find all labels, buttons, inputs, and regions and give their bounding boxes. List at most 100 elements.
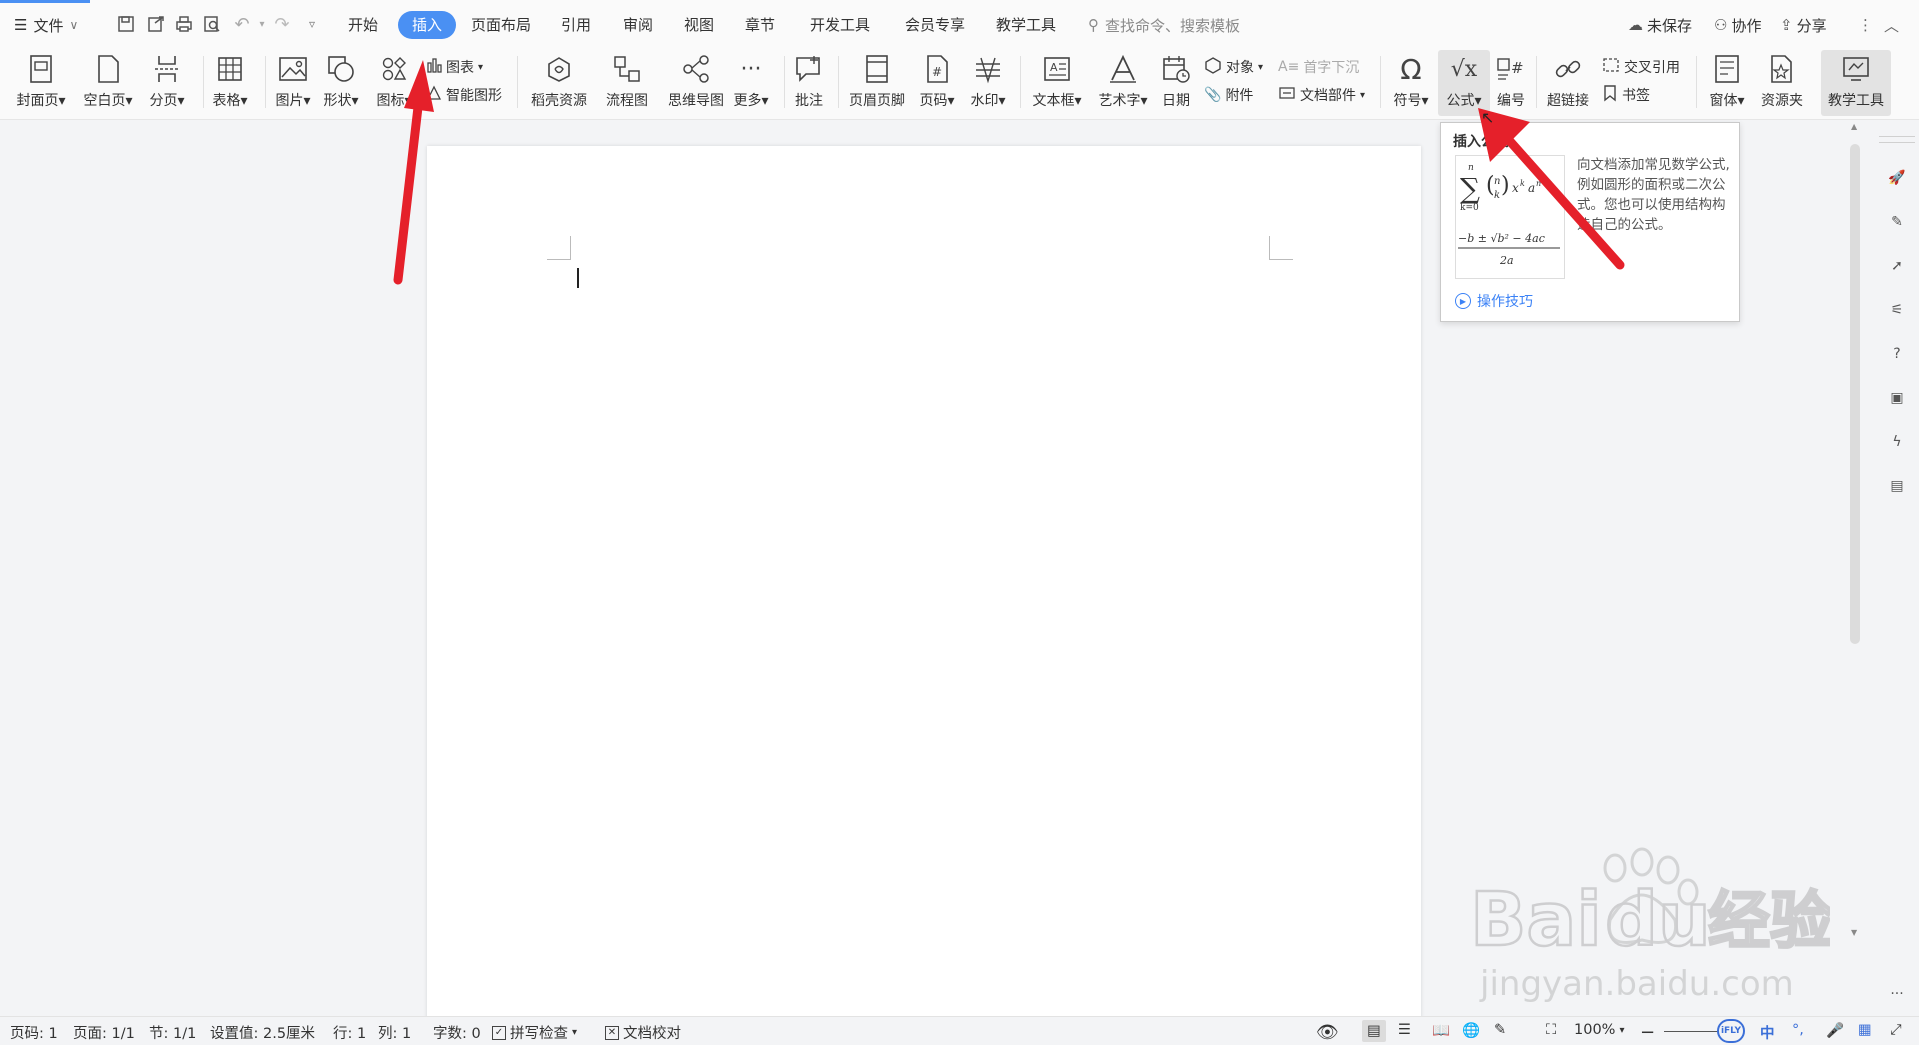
svg-text:a: a	[1528, 181, 1535, 195]
status-row[interactable]: 行: 1	[333, 1022, 366, 1043]
icon-button[interactable]: 图标▾	[363, 50, 425, 116]
formula-button[interactable]: √x 公式▾	[1438, 50, 1490, 116]
vertical-scrollbar[interactable]: ▲ ▼	[1848, 122, 1862, 942]
tab-home[interactable]: 开始	[340, 11, 386, 39]
bookmark-button[interactable]: 书签	[1602, 82, 1650, 108]
print-preview-icon[interactable]	[200, 12, 224, 36]
ime-punctuation-icon[interactable]: °,	[1792, 1022, 1804, 1038]
watermark-button[interactable]: 水印▾	[957, 50, 1019, 116]
more-options-icon[interactable]: ⋮	[1858, 12, 1873, 38]
sliders-icon[interactable]: ⚟	[1885, 298, 1909, 322]
formula-icon: √x	[1450, 56, 1478, 82]
status-column[interactable]: 列: 1	[378, 1022, 411, 1043]
status-setting[interactable]: 设置值: 2.5厘米	[210, 1022, 315, 1043]
microphone-icon[interactable]: 🎤	[1826, 1022, 1844, 1039]
teaching-tools-button[interactable]: 教学工具	[1821, 50, 1891, 116]
document-parts-button[interactable]: 文档部件 ▾	[1278, 82, 1365, 108]
rocket-icon[interactable]: 🚀	[1885, 166, 1909, 190]
eye-protection-icon[interactable]: 👁	[1316, 1022, 1339, 1043]
share-button[interactable]: ⇪ 分享	[1780, 12, 1827, 38]
ai-image-icon[interactable]: ▣	[1885, 386, 1909, 410]
tab-chapter[interactable]: 章节	[737, 11, 783, 39]
scroll-up-icon[interactable]: ▲	[1851, 122, 1857, 131]
object-button[interactable]: 对象 ▾	[1204, 54, 1263, 80]
file-menu-button[interactable]: ☰ 文件 ∨	[14, 12, 78, 38]
tab-teaching-tools[interactable]: 教学工具	[988, 11, 1064, 39]
book-search-icon[interactable]: ▤	[1885, 474, 1909, 498]
resource-folder-label: 资源夹	[1761, 93, 1803, 109]
tab-insert[interactable]: 插入	[398, 11, 457, 39]
cross-reference-button[interactable]: 交叉引用	[1602, 54, 1680, 80]
fullscreen-icon[interactable]: ⤢	[1890, 1022, 1902, 1038]
tab-member[interactable]: 会员专享	[897, 11, 973, 39]
spell-check-button[interactable]: ✓ 拼写检查 ▾	[492, 1022, 577, 1043]
svg-text:k: k	[1520, 179, 1525, 188]
docer-resources-button[interactable]: 稻壳资源	[525, 50, 593, 116]
tips-link-label: 操作技巧	[1477, 294, 1533, 310]
tips-link[interactable]: ▶ 操作技巧	[1455, 291, 1533, 311]
page-break-button[interactable]: 分页▾	[136, 50, 198, 116]
redo-icon[interactable]: ↷	[270, 12, 294, 36]
tab-developer[interactable]: 开发工具	[802, 11, 878, 39]
wordart-label: 艺术字	[1098, 93, 1141, 109]
more-sidebar-icon[interactable]: ···	[1885, 982, 1909, 1006]
cover-page-button[interactable]: 封面页▾	[10, 50, 72, 116]
attachment-button[interactable]: 📎 附件	[1204, 82, 1253, 108]
comment-button[interactable]: 批注	[778, 50, 840, 116]
tab-references[interactable]: 引用	[553, 11, 599, 39]
customize-quick-access-icon[interactable]: ▿	[300, 12, 324, 36]
more-insert-button[interactable]: ··· 更多▾	[720, 50, 782, 116]
smart-art-button[interactable]: 智能图形	[426, 82, 502, 108]
lightning-icon[interactable]: ϟ	[1885, 430, 1909, 454]
blank-page-button[interactable]: 空白页▾	[77, 50, 139, 116]
status-pages[interactable]: 页面: 1/1	[73, 1022, 135, 1043]
table-button[interactable]: 表格▾	[199, 50, 261, 116]
status-word-count[interactable]: 字数: 0	[433, 1022, 481, 1043]
date-button[interactable]: 日期	[1148, 50, 1204, 116]
status-section[interactable]: 节: 1/1	[149, 1022, 196, 1043]
textbox-button[interactable]: A 文本框▾	[1024, 50, 1090, 116]
zoom-out-icon[interactable]: −	[1640, 1022, 1655, 1043]
zoom-slider[interactable]	[1664, 1031, 1718, 1032]
document-page[interactable]	[427, 146, 1421, 1026]
print-icon[interactable]	[172, 12, 196, 36]
collaborate-label: 协作	[1731, 16, 1762, 35]
cursor-select-icon[interactable]: ➚	[1885, 254, 1909, 278]
ifly-ime-icon[interactable]: iFLY	[1717, 1019, 1745, 1043]
cross-reference-icon	[1602, 57, 1620, 77]
export-icon[interactable]	[144, 12, 168, 36]
reading-mode-icon[interactable]: 📖	[1432, 1022, 1450, 1039]
chart-button[interactable]: 图表 ▾	[426, 54, 483, 80]
collapse-ribbon-icon[interactable]: ︿	[1884, 12, 1899, 38]
flowchart-button[interactable]: 流程图	[596, 50, 658, 116]
zoom-level[interactable]: 100% ▾	[1574, 1022, 1625, 1038]
tab-view[interactable]: 视图	[676, 11, 722, 39]
ribbon-separator	[517, 56, 518, 108]
help-icon[interactable]: ?	[1885, 342, 1909, 366]
outline-view-icon[interactable]: ☰	[1398, 1022, 1411, 1038]
hyperlink-button[interactable]: 超链接	[1537, 50, 1599, 116]
web-layout-icon[interactable]: 🌐	[1462, 1022, 1480, 1039]
document-proof-button[interactable]: ✕ 文档校对	[605, 1022, 681, 1043]
collaborate-button[interactable]: ⚇ 协作	[1714, 12, 1761, 38]
header-footer-button[interactable]: 页眉页脚	[843, 50, 911, 116]
page-view-icon[interactable]: ▤	[1362, 1020, 1386, 1042]
tab-review[interactable]: 审阅	[615, 11, 661, 39]
pen-icon[interactable]: ✎	[1885, 210, 1909, 234]
drop-cap-button[interactable]: A≡ 首字下沉	[1278, 54, 1359, 80]
scroll-down-icon[interactable]: ▼	[1851, 928, 1857, 937]
numbering-button[interactable]: # 编号	[1488, 50, 1534, 116]
resource-folder-button[interactable]: 资源夹	[1749, 50, 1815, 116]
wordart-button[interactable]: 艺术字▾	[1092, 50, 1154, 116]
status-page-number[interactable]: 页码: 1	[10, 1022, 58, 1043]
fit-page-icon[interactable]: ⛶	[1546, 1022, 1556, 1038]
ime-chinese-mode[interactable]: 中	[1760, 1022, 1775, 1043]
save-icon[interactable]	[114, 12, 138, 36]
write-mode-icon[interactable]: ✎	[1494, 1022, 1506, 1038]
tab-page-layout[interactable]: 页面布局	[463, 11, 539, 39]
command-search[interactable]: ⚲ 查找命令、搜索模板	[1088, 13, 1240, 37]
symbol-button[interactable]: Ω 符号▾	[1380, 50, 1442, 116]
scrollbar-thumb[interactable]	[1850, 144, 1860, 644]
ime-toolbox-icon[interactable]: ▦	[1858, 1022, 1872, 1038]
unsaved-status-button[interactable]: ☁ 未保存	[1628, 12, 1692, 38]
